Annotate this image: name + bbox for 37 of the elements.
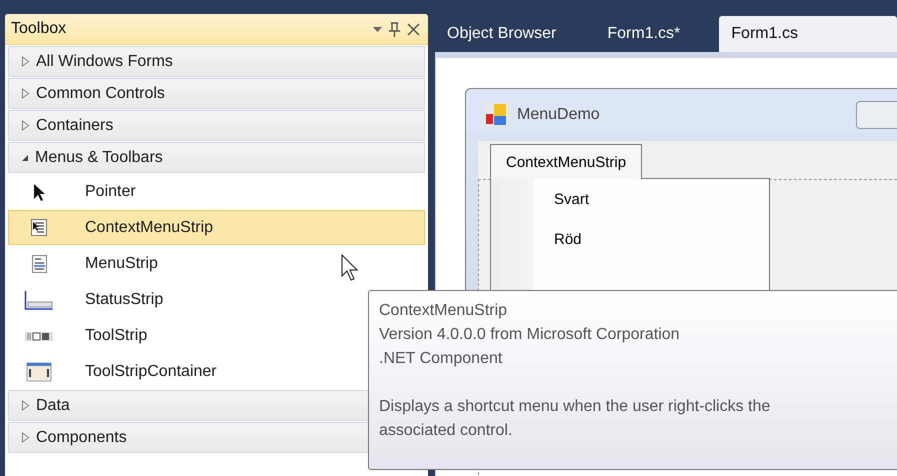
menu-item[interactable]: Svart [491, 179, 769, 219]
toolbox-item[interactable]: ToolStrip [8, 318, 156, 353]
collapsed-triangle-icon [21, 88, 30, 99]
toolbox-item[interactable]: StatusStrip [8, 282, 172, 317]
tooltip-line: ContextMenuStrip [379, 301, 508, 321]
mouse-cursor-icon [341, 254, 358, 281]
collapsed-triangle-icon [21, 120, 30, 131]
toolbox-category[interactable]: Menus & Toolbars [8, 142, 425, 173]
menu-strip-icon [30, 254, 48, 274]
dropdown-icon[interactable] [373, 26, 382, 32]
toolbox-category[interactable]: All Windows Forms [8, 46, 425, 77]
window-button[interactable] [856, 101, 897, 129]
collapsed-triangle-icon [21, 56, 30, 67]
document-tab[interactable]: Object Browser [435, 16, 568, 52]
expanded-triangle-icon [21, 154, 29, 162]
collapsed-triangle-icon [21, 432, 30, 443]
menu-item[interactable]: Röd [491, 219, 769, 259]
document-tab[interactable]: Form1.cs [719, 16, 897, 52]
toolbox-item[interactable]: ToolStripContainer [8, 354, 226, 389]
context-menu-icon [30, 218, 48, 237]
panel-title: Toolbox [11, 20, 68, 38]
toolbox-item[interactable]: Pointer [8, 174, 145, 209]
toolbox-item[interactable]: MenuStrip [8, 246, 167, 281]
tooltip-line: Version 4.0.0.0 from Microsoft Corporation [379, 325, 681, 345]
toolbox-category[interactable]: Common Controls [8, 78, 425, 109]
pin-icon[interactable] [388, 22, 401, 36]
status-strip-icon [24, 290, 54, 310]
container-icon [25, 360, 53, 382]
close-icon[interactable] [407, 22, 420, 36]
tooltip-line: .NET Component [379, 349, 504, 369]
toolbox-item[interactable]: ContextMenuStrip [8, 210, 425, 245]
document-tab[interactable]: Form1.cs* [595, 16, 692, 52]
form-title: MenuDemo [517, 106, 600, 124]
collapsed-triangle-icon [21, 400, 30, 411]
form-icon [484, 103, 508, 127]
toolbox-category[interactable]: Containers [8, 110, 425, 141]
context-menu-strip-tab[interactable]: ContextMenuStrip [490, 144, 642, 179]
